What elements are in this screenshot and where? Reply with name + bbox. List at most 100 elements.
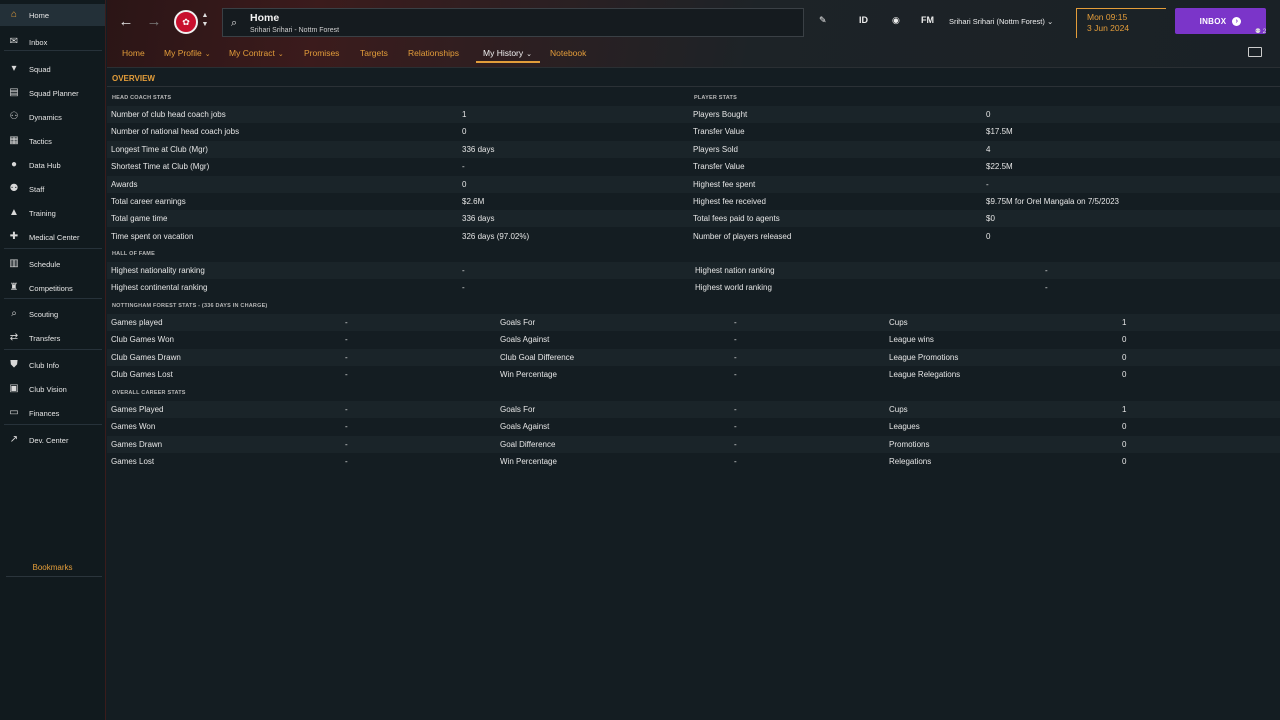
- stat-label: Games played: [111, 318, 163, 327]
- stat-label: Number of club head coach jobs: [111, 110, 226, 119]
- inbox-button-label: INBOX: [1199, 16, 1227, 26]
- sidebar-item-medical-center[interactable]: ✚ Medical Center: [0, 226, 105, 248]
- table-row: Games Drawn - Goal Difference - Promotions 0: [107, 435, 1280, 453]
- trophy-icon: ♜: [9, 282, 19, 293]
- sidebar-divider: [4, 298, 102, 299]
- forward-arrow-icon[interactable]: →: [143, 10, 165, 32]
- stat-value: -: [734, 422, 737, 432]
- sidebar-item-label: Scouting: [29, 309, 59, 319]
- fm-logo-button[interactable]: FM: [921, 15, 934, 25]
- stat-label: Transfer Value: [693, 162, 745, 172]
- back-arrow-icon[interactable]: ←: [115, 10, 137, 32]
- medical-icon: ✚: [9, 231, 19, 242]
- tab-my-history[interactable]: My History ⌄: [483, 48, 532, 58]
- stat-value: -: [1045, 283, 1048, 293]
- club-switch-chevron-icon[interactable]: ▲ ▼: [200, 11, 210, 29]
- inbox-icon: ✉: [9, 36, 19, 47]
- sidebar-item-staff[interactable]: ⚉ Staff: [0, 178, 105, 200]
- stat-label: Players Sold: [693, 144, 738, 154]
- sidebar-item-scouting[interactable]: ⌕ Scouting: [0, 303, 105, 325]
- sidebar-item-squad-planner[interactable]: ▤ Squad Planner: [0, 82, 105, 104]
- table-row: Games Won - Goals Against - Leagues 0: [107, 418, 1280, 435]
- sidebar-item-label: Squad: [29, 64, 51, 74]
- sidebar-item-label: Finances: [29, 408, 60, 418]
- tab-label: My History: [483, 48, 524, 58]
- history-content: OVERVIEW HEAD COACH STATS PLAYER STATS H…: [107, 69, 1280, 720]
- chevron-down-icon: ⌄: [526, 51, 533, 58]
- club-crest-icon[interactable]: ✿: [174, 10, 198, 34]
- bookmarks-divider: [6, 576, 102, 577]
- stat-label: Goals Against: [500, 422, 550, 432]
- stat-label: Highest fee received: [693, 197, 766, 206]
- sidebar-item-label: Dev. Center: [29, 435, 69, 445]
- stat-label: League Promotions: [889, 352, 959, 362]
- sidebar-item-label: Schedule: [29, 259, 61, 269]
- stat-label: Time spent on vacation: [111, 231, 194, 241]
- sidebar-item-tactics[interactable]: ▦ Tactics: [0, 130, 105, 152]
- sidebar-item-label: Club Info: [29, 360, 60, 370]
- sidebar-item-data-hub[interactable]: ● Data Hub: [0, 154, 105, 176]
- dynamics-icon: ⚇: [9, 111, 19, 122]
- stat-label: Awards: [111, 179, 138, 189]
- stat-label: Total game time: [111, 214, 168, 224]
- sidebar-item-label: Home: [29, 10, 50, 20]
- overview-divider: [107, 86, 1280, 87]
- table-row: Number of club head coach jobs 1 Players B…: [107, 106, 1280, 123]
- id-button[interactable]: ID: [859, 15, 868, 25]
- active-tab-underline: [476, 61, 540, 63]
- sidebar-item-label: Medical Center: [29, 232, 80, 242]
- career-stats-title: OVERALL CAREER STATS: [112, 390, 186, 396]
- tab-my-contract[interactable]: My Contract ⌄: [229, 48, 284, 58]
- stat-label: Cups: [889, 318, 908, 327]
- tab-notebook[interactable]: Notebook: [550, 48, 586, 58]
- player-stats-title: PLAYER STATS: [694, 95, 737, 101]
- table-row: Highest continental ranking - Highest worl…: [107, 279, 1280, 296]
- stat-value: 326 days (97.02%): [462, 231, 530, 241]
- sidebar-item-schedule[interactable]: ▥ Schedule: [0, 253, 105, 275]
- stat-label: Win Percentage: [500, 370, 557, 380]
- stat-value: 0: [462, 127, 467, 137]
- search-box[interactable]: ⌕ Home Srihari Srihari - Nottm Forest: [222, 8, 804, 37]
- stat-value: $17.5M: [986, 127, 1013, 137]
- stat-label: Goals Against: [500, 335, 550, 345]
- inbox-continue-button[interactable]: INBOX ›: [1175, 8, 1266, 34]
- pencil-icon[interactable]: ✎: [819, 15, 827, 26]
- stat-value: -: [734, 370, 737, 380]
- sidebar-item-dynamics[interactable]: ⚇ Dynamics: [0, 106, 105, 128]
- briefcase-icon: ▣: [9, 383, 19, 394]
- stat-value: 0: [462, 179, 467, 189]
- sidebar-item-training[interactable]: ▲ Training: [0, 202, 105, 224]
- globe-icon[interactable]: ◉: [892, 15, 900, 26]
- bookmarks-label[interactable]: Bookmarks: [0, 563, 105, 572]
- sidebar-divider: [4, 248, 102, 249]
- stat-label: Club Games Won: [111, 335, 174, 345]
- stat-value: 1: [1122, 405, 1127, 414]
- sidebar-item-transfers[interactable]: ⇄ Transfers: [0, 327, 105, 349]
- table-row: Club Games Won - Goals Against - League wins…: [107, 331, 1280, 348]
- tab-label: Home: [122, 48, 145, 58]
- sidebar-item-finances[interactable]: ▭ Finances: [0, 402, 105, 424]
- tab-relationships[interactable]: Relationships: [408, 48, 459, 58]
- tab-home[interactable]: Home: [122, 48, 145, 58]
- sidebar-item-label: Squad Planner: [29, 88, 79, 98]
- sidebar-item-squad[interactable]: ▾ Squad: [0, 58, 105, 80]
- calendar-icon: ▥: [9, 258, 19, 269]
- stat-label: Goal Difference: [500, 439, 556, 449]
- table-row: Highest nationality ranking - Highest nati…: [107, 262, 1280, 279]
- stat-label: Cups: [889, 405, 908, 414]
- stat-value: -: [734, 318, 737, 327]
- sidebar-item-competitions[interactable]: ♜ Competitions: [0, 277, 105, 299]
- date-time-display[interactable]: Mon 09:15 3 Jun 2024: [1076, 8, 1166, 38]
- sidebar-item-club-vision[interactable]: ▣ Club Vision: [0, 378, 105, 400]
- stat-value: -: [345, 352, 348, 362]
- manager-dropdown[interactable]: Srihari Srihari (Nottm Forest) ⌄: [949, 17, 1053, 26]
- stat-label: Leagues: [889, 422, 920, 432]
- sidebar-item-club-info[interactable]: ⛊ Club Info: [0, 354, 105, 376]
- screen-mode-icon[interactable]: [1248, 47, 1262, 57]
- tab-targets[interactable]: Targets: [360, 48, 388, 58]
- tab-promises[interactable]: Promises: [304, 48, 339, 58]
- tab-my-profile[interactable]: My Profile ⌄: [164, 48, 211, 58]
- sidebar-item-dev-center[interactable]: ↗ Dev. Center: [0, 429, 105, 451]
- sidebar-item-home[interactable]: ⌂ Home: [0, 4, 105, 26]
- stat-label: Highest fee spent: [693, 179, 756, 189]
